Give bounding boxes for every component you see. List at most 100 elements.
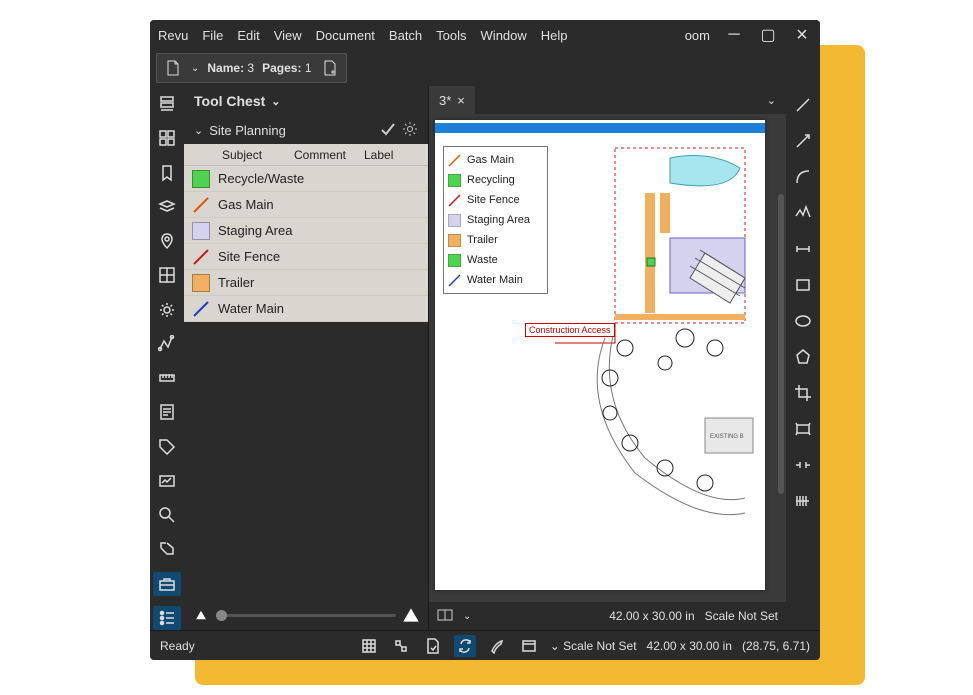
legend-row: Site Fence bbox=[448, 190, 543, 210]
scale-dropdown[interactable]: ⌄ Scale Not Set bbox=[550, 639, 637, 653]
menu-revu[interactable]: Revu bbox=[158, 28, 188, 43]
tool-label: Trailer bbox=[218, 275, 254, 290]
document-area: 3* × ⌄ Gas MainRecyclingSite FenceStagin… bbox=[429, 86, 786, 630]
tool-label: Staging Area bbox=[218, 223, 292, 238]
sets-icon[interactable] bbox=[153, 537, 181, 561]
tool-label: Water Main bbox=[218, 301, 284, 316]
zoom-out-icon[interactable] bbox=[196, 611, 206, 619]
cloud-tool-icon[interactable] bbox=[789, 416, 817, 442]
menu-file[interactable]: File bbox=[202, 28, 223, 43]
viewmode-icon[interactable] bbox=[518, 635, 540, 657]
line-tool-icon[interactable] bbox=[789, 92, 817, 118]
file-icon[interactable] bbox=[163, 58, 183, 78]
doc-scale[interactable]: Scale Not Set bbox=[705, 609, 778, 623]
menu-view[interactable]: View bbox=[274, 28, 302, 43]
ellipse-tool-icon[interactable] bbox=[789, 308, 817, 334]
tool-row[interactable]: Recycle/Waste bbox=[184, 166, 428, 192]
polyline-tool-icon[interactable] bbox=[789, 200, 817, 226]
tab-menu-dropdown[interactable]: ⌄ bbox=[757, 94, 786, 107]
menu-help[interactable]: Help bbox=[541, 28, 568, 43]
layers-icon[interactable] bbox=[153, 195, 181, 219]
tool-row[interactable]: Trailer bbox=[184, 270, 428, 296]
menu-document[interactable]: Document bbox=[316, 28, 375, 43]
legend-swatch bbox=[448, 254, 461, 267]
close-button[interactable]: × bbox=[792, 24, 812, 47]
zoom-in-icon[interactable] bbox=[403, 608, 418, 621]
site-plan-drawing: EXISTING B bbox=[555, 138, 755, 578]
panel-title: Tool Chest bbox=[194, 93, 265, 109]
maximize-button[interactable]: ▢ bbox=[758, 25, 778, 45]
forms-icon[interactable] bbox=[153, 400, 181, 424]
tab-label: 3* bbox=[439, 93, 451, 108]
section-title: Site Planning bbox=[209, 123, 286, 138]
bookmark-icon[interactable] bbox=[153, 161, 181, 185]
tool-row[interactable]: Water Main bbox=[184, 296, 428, 322]
arrow-tool-icon[interactable] bbox=[789, 128, 817, 154]
search-icon[interactable] bbox=[153, 503, 181, 527]
vertical-scrollbar[interactable] bbox=[778, 194, 784, 494]
site-plan-legend: Gas MainRecyclingSite FenceStaging AreaT… bbox=[443, 146, 548, 294]
menu-edit[interactable]: Edit bbox=[237, 28, 259, 43]
tool-row[interactable]: Staging Area bbox=[184, 218, 428, 244]
table-header: Subject Comment Label bbox=[184, 144, 428, 166]
col-label[interactable]: Label bbox=[364, 148, 428, 162]
arc-tool-icon[interactable] bbox=[789, 164, 817, 190]
markups-list-icon[interactable] bbox=[153, 606, 181, 630]
right-rail bbox=[786, 86, 820, 630]
brush-icon[interactable] bbox=[486, 635, 508, 657]
tool-chest-icon[interactable] bbox=[153, 572, 181, 596]
menu-batch[interactable]: Batch bbox=[389, 28, 422, 43]
legend-swatch bbox=[448, 214, 461, 227]
crop-tool-icon[interactable] bbox=[789, 380, 817, 406]
gear-icon[interactable] bbox=[402, 121, 418, 140]
status-ready: Ready bbox=[160, 639, 195, 653]
menu-tools[interactable]: Tools bbox=[436, 28, 466, 43]
app-window: Revu File Edit View Document Batch Tools Window… bbox=[150, 20, 820, 660]
tag-icon[interactable] bbox=[153, 435, 181, 459]
tool-label: Site Fence bbox=[218, 249, 280, 264]
count-tool-icon[interactable] bbox=[789, 488, 817, 514]
reuse-icon[interactable] bbox=[422, 635, 444, 657]
checkmark-icon[interactable] bbox=[380, 121, 396, 140]
menu-window[interactable]: Window bbox=[481, 28, 527, 43]
status-dimensions: 42.00 x 30.00 in bbox=[647, 639, 732, 653]
panel-title-dropdown[interactable]: ⌄ bbox=[271, 95, 280, 108]
minimize-button[interactable]: ─ bbox=[724, 26, 744, 44]
dimension-tool-icon[interactable] bbox=[789, 236, 817, 262]
file-info-bar: ⌄ Name: 3 Pages: 1 bbox=[156, 53, 347, 83]
document-tab[interactable]: 3* × bbox=[429, 86, 475, 114]
document-canvas[interactable]: Gas MainRecyclingSite FenceStaging AreaT… bbox=[435, 120, 765, 590]
status-bar: Ready ⌄ Scale Not Set 42.00 x 30.00 in (… bbox=[150, 630, 820, 660]
properties-gear-icon[interactable] bbox=[153, 298, 181, 322]
signatures-icon[interactable] bbox=[153, 469, 181, 493]
split-view-icon[interactable] bbox=[437, 607, 453, 626]
new-page-icon[interactable] bbox=[320, 58, 340, 78]
tool-row[interactable]: Site Fence bbox=[184, 244, 428, 270]
zoom-slider[interactable] bbox=[216, 614, 396, 617]
ruler-icon[interactable] bbox=[153, 366, 181, 390]
thumbnails-icon[interactable] bbox=[153, 92, 181, 116]
spaces-icon[interactable] bbox=[153, 263, 181, 287]
measure-gap-icon[interactable] bbox=[789, 452, 817, 478]
places-icon[interactable] bbox=[153, 229, 181, 253]
rectangle-tool-icon[interactable] bbox=[789, 272, 817, 298]
section-chevron-icon[interactable]: ⌄ bbox=[194, 124, 203, 137]
legend-swatch bbox=[448, 194, 461, 207]
legend-label: Gas Main bbox=[467, 154, 514, 166]
grid-toggle-icon[interactable] bbox=[358, 635, 380, 657]
tool-row[interactable]: Gas Main bbox=[184, 192, 428, 218]
tool-swatch bbox=[192, 300, 210, 318]
menubar: Revu File Edit View Document Batch Tools Window… bbox=[150, 20, 820, 50]
col-subject[interactable]: Subject bbox=[184, 148, 294, 162]
snap-icon[interactable] bbox=[390, 635, 412, 657]
split-dropdown[interactable]: ⌄ bbox=[463, 611, 471, 622]
status-coordinates: (28.75, 6.71) bbox=[742, 639, 810, 653]
sync-icon[interactable] bbox=[454, 635, 476, 657]
grid-icon[interactable] bbox=[153, 126, 181, 150]
file-dropdown[interactable]: ⌄ bbox=[191, 63, 199, 74]
measure-polyline-icon[interactable] bbox=[153, 332, 181, 356]
tab-close-icon[interactable]: × bbox=[457, 93, 465, 108]
polygon-tool-icon[interactable] bbox=[789, 344, 817, 370]
col-comment[interactable]: Comment bbox=[294, 148, 364, 162]
legend-row: Recycling bbox=[448, 170, 543, 190]
